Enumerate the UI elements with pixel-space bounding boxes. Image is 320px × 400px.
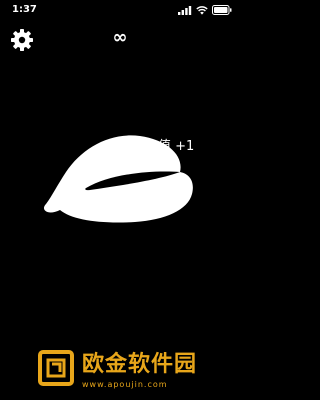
settings-button[interactable] xyxy=(10,28,34,52)
watermark: 欧金软件园 www.apoujin.com xyxy=(38,350,234,396)
watermark-url: www.apoujin.com xyxy=(82,380,168,389)
wooden-fish-button[interactable] xyxy=(40,128,200,228)
status-bar: 1:37 xyxy=(0,0,240,20)
status-icons xyxy=(178,5,232,15)
merit-counter: ∞ xyxy=(112,27,128,48)
watermark-title: 欧金软件园 xyxy=(82,352,198,377)
wooden-fish-icon[interactable] xyxy=(40,128,200,228)
logo-icon xyxy=(38,350,74,386)
status-time: 1:37 xyxy=(12,4,37,15)
signal-icon xyxy=(178,5,192,15)
wifi-icon xyxy=(196,5,208,15)
gear-icon[interactable] xyxy=(10,28,34,52)
battery-icon xyxy=(212,5,232,15)
